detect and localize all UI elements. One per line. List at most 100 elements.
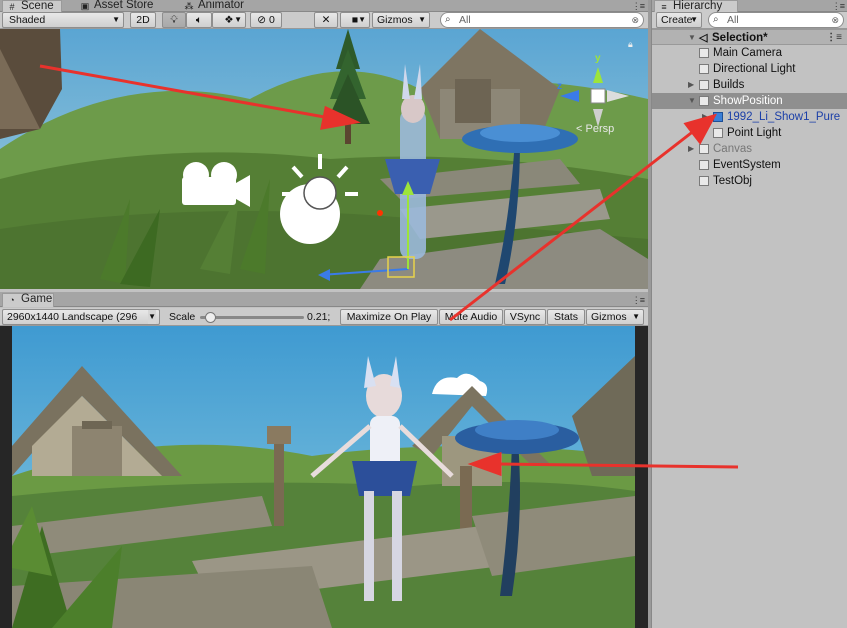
hierarchy-item-label: Point Light: [727, 127, 782, 139]
game-gizmos-label: Gizmos: [591, 311, 627, 323]
collapsed-arrow-icon[interactable]: ▶: [688, 77, 694, 93]
lock-view-icon[interactable]: 🔒︎: [628, 39, 633, 50]
store-bag-icon: ▣: [80, 1, 90, 11]
tab-animator[interactable]: ⁂ Animator: [180, 0, 260, 12]
hierarchy-search-input[interactable]: ⌕ All ⊗: [708, 12, 844, 28]
hierarchy-item[interactable]: Main Camera: [652, 45, 847, 61]
toggle-2d-button[interactable]: 2D: [130, 12, 156, 28]
clear-search-icon[interactable]: ⊗: [631, 13, 639, 27]
hierarchy-item[interactable]: Directional Light: [652, 61, 847, 77]
hierarchy-item-label: Builds: [713, 79, 745, 91]
hierarchy-item[interactable]: ▶ 1992_Li_Show1_Pure: [652, 109, 847, 125]
scene-menu-icon[interactable]: ⋮≡: [826, 30, 842, 44]
scene-toolbar: Shaded ▼ 2D 💡︎ 🔈︎ ❖ ▼ ⊘ 0 ✕ ■ ▼ Gizmos ▼…: [0, 12, 648, 29]
hierarchy-toolbar: Create ▼ ⌕ All ⊗: [652, 12, 847, 29]
projection-mode-toggle[interactable]: < Persp: [576, 123, 614, 135]
scene-camera-dropdown[interactable]: ■ ▼: [340, 12, 370, 28]
tab-animator-label: Animator: [198, 0, 245, 11]
hierarchy-item[interactable]: ▼ ShowPosition: [652, 93, 847, 109]
hierarchy-item-label: TestObj: [713, 175, 752, 187]
collapsed-arrow-icon[interactable]: ▶: [702, 109, 708, 125]
scale-label: Scale: [169, 311, 196, 323]
scene-lighting-toggle[interactable]: 💡︎: [162, 12, 186, 28]
hierarchy-item-label: 1992_Li_Show1_Pure: [727, 111, 841, 123]
hierarchy-item-label: Directional Light: [713, 63, 796, 75]
hierarchy-scene-header[interactable]: ▼ ◁ Selection* ⋮≡: [652, 29, 847, 45]
prefab-cube-icon: [713, 112, 723, 122]
unity-logo-icon: ◁: [699, 32, 708, 44]
stats-toggle[interactable]: Stats: [547, 309, 585, 325]
gameobject-cube-icon: [699, 160, 709, 170]
hierarchy-list-icon: ≡: [661, 2, 667, 12]
chevron-down-icon: ▼: [112, 15, 120, 24]
scene-viewport[interactable]: y z 🔒︎ < Persp: [0, 29, 648, 289]
tab-hierarchy[interactable]: ≡ Hierarchy: [654, 0, 738, 12]
scene-search-placeholder: All: [459, 14, 471, 26]
resolution-label: 2960x1440 Landscape (296: [7, 311, 138, 323]
scene-render: [0, 29, 648, 289]
vsync-toggle[interactable]: VSync: [504, 309, 546, 325]
chevron-down-icon: ▼: [632, 312, 640, 321]
lightbulb-icon: 💡︎: [170, 14, 178, 26]
tab-asset-store[interactable]: ▣ Asset Store: [76, 0, 166, 12]
tab-scene[interactable]: # Scene: [2, 0, 62, 12]
scene-orientation-gizmo[interactable]: y z: [555, 49, 630, 129]
wrench-cross-icon: ✕: [321, 14, 331, 26]
gameobject-cube-icon: [699, 80, 709, 90]
hierarchy-panel-menu-icon[interactable]: ⋮≡: [832, 1, 845, 12]
chevron-down-icon: ▼: [418, 15, 426, 24]
clear-search-icon[interactable]: ⊗: [831, 13, 839, 27]
tab-scene-label: Scene: [21, 0, 54, 12]
scene-tab-strip: # Scene ▣ Asset Store ⁂ Animator ⋮≡: [0, 0, 648, 12]
speaker-icon: 🔈︎: [195, 14, 203, 26]
hierarchy-item[interactable]: ▶ Builds: [652, 77, 847, 93]
resolution-dropdown[interactable]: 2960x1440 Landscape (296 ▼: [2, 309, 160, 325]
scene-audio-toggle[interactable]: 🔈︎: [186, 12, 212, 28]
game-panel-menu-icon[interactable]: ⋮≡: [632, 295, 645, 306]
projection-arrow-icon: <: [576, 123, 583, 135]
chevron-down-icon: ▼: [358, 15, 366, 24]
gameobject-cube-icon: [699, 144, 709, 154]
animator-icon: ⁂: [184, 1, 194, 11]
hierarchy-search-placeholder: All: [727, 14, 739, 26]
hierarchy-item-label: EventSystem: [713, 159, 781, 171]
game-viewport[interactable]: [12, 326, 635, 628]
scene-tools-button[interactable]: ✕: [314, 12, 338, 28]
tab-game-label: Game: [21, 293, 53, 305]
expanded-arrow-icon[interactable]: ▼: [688, 93, 696, 109]
create-dropdown[interactable]: Create ▼: [656, 12, 702, 28]
gizmos-label: Gizmos: [377, 14, 413, 26]
expanded-arrow-icon[interactable]: ▼: [688, 30, 696, 44]
hierarchy-item[interactable]: Point Light: [652, 125, 847, 141]
game-gizmos-dropdown[interactable]: Gizmos ▼: [586, 309, 644, 325]
gameobject-cube-icon: [699, 64, 709, 74]
scene-hash-icon: #: [9, 2, 15, 12]
chevron-down-icon: ▼: [234, 15, 242, 24]
mute-audio-toggle[interactable]: Mute Audio: [439, 309, 503, 325]
game-toolbar: 2960x1440 Landscape (296 ▼ Scale 0.21; M…: [0, 308, 648, 326]
search-icon: ⌕: [445, 14, 451, 25]
gizmo-axis-y-label: y: [595, 53, 601, 64]
tab-hierarchy-label: Hierarchy: [673, 0, 723, 12]
hierarchy-tab-strip: ≡ Hierarchy ⋮≡: [652, 0, 847, 12]
scene-panel-menu-icon[interactable]: ⋮≡: [632, 1, 645, 12]
scale-value: 0.21;: [307, 311, 331, 323]
hierarchy-panel: ≡ Hierarchy ⋮≡ Create ▼ ⌕ All ⊗ ▼ ◁ Sele…: [651, 0, 847, 628]
scene-search-input[interactable]: ⌕ All ⊗: [440, 12, 644, 28]
hidden-objects-toggle[interactable]: ⊘ 0: [250, 12, 282, 28]
scene-effects-dropdown[interactable]: ❖ ▼: [212, 12, 246, 28]
maximize-on-play-toggle[interactable]: Maximize On Play: [340, 309, 438, 325]
hierarchy-item[interactable]: EventSystem: [652, 157, 847, 173]
vsync-label: VSync: [509, 311, 541, 323]
hierarchy-item[interactable]: ▶ Canvas: [652, 141, 847, 157]
game-pacman-icon: ◔: [9, 295, 15, 305]
scale-slider-thumb[interactable]: [204, 312, 216, 323]
shading-mode-dropdown[interactable]: Shaded ▼: [2, 12, 124, 28]
hierarchy-item[interactable]: TestObj: [652, 173, 847, 189]
scene-gizmos-dropdown[interactable]: Gizmos ▼: [372, 12, 430, 28]
collapsed-arrow-icon[interactable]: ▶: [688, 141, 694, 157]
chevron-down-icon: ▼: [690, 15, 698, 24]
tab-game[interactable]: ◔ Game: [2, 293, 54, 307]
projection-mode-label: Persp: [585, 123, 615, 135]
scale-slider[interactable]: [200, 312, 304, 323]
